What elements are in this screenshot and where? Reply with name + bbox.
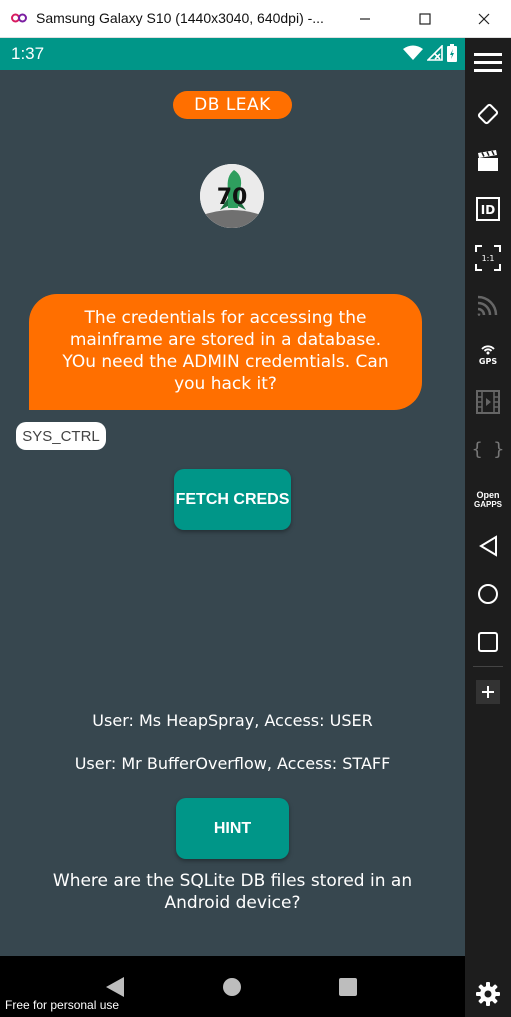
close-icon — [478, 13, 490, 25]
device-id-button[interactable]: ID — [465, 189, 511, 229]
open-gapps-label-2: GAPPS — [473, 500, 502, 509]
phone-screen: 1:37 DB LEAK 70 The credentials for acce… — [0, 38, 465, 1017]
sender-tag: SYS_CTRL — [16, 422, 106, 450]
hamburger-menu-icon — [474, 53, 502, 72]
battery-icon — [447, 44, 457, 62]
open-gapps-button[interactable]: Open GAPPS — [465, 480, 511, 520]
watermark-text: Free for personal use — [5, 998, 120, 1012]
toolbar-separator — [473, 666, 503, 667]
maximize-button[interactable] — [403, 0, 447, 38]
cast-button[interactable] — [465, 285, 511, 325]
hint-button[interactable]: HINT — [176, 798, 289, 859]
clapperboard-icon — [478, 150, 498, 171]
scale-label: 1:1 — [482, 254, 495, 263]
more-button[interactable] — [465, 672, 511, 712]
window-title: Samsung Galaxy S10 (1440x3040, 640dpi) -… — [36, 10, 324, 26]
nav-recents-icon[interactable] — [339, 978, 357, 996]
scale-1to1-icon: 1:1 — [475, 245, 501, 271]
status-time: 1:37 — [11, 44, 45, 63]
avatar: 70 — [200, 164, 264, 228]
gear-icon — [476, 982, 500, 1006]
menu-button[interactable] — [465, 43, 511, 83]
rotate-icon — [477, 103, 499, 125]
nav-home-icon[interactable] — [222, 977, 242, 997]
back-button[interactable] — [465, 526, 511, 566]
recents-square-icon — [478, 632, 498, 652]
braces-icon: { } — [471, 438, 505, 460]
screen-record-button[interactable] — [465, 382, 511, 422]
record-video-button[interactable] — [465, 141, 511, 181]
open-gapps-label-1: Open — [476, 490, 500, 500]
settings-button[interactable] — [465, 974, 511, 1014]
wifi-icon — [403, 45, 423, 60]
cell-signal-icon — [427, 45, 443, 61]
rotate-button[interactable] — [465, 94, 511, 134]
emulator-toolbar: ID 1:1 GPS { } Open GAPPS — [465, 38, 511, 1017]
header-pill: DB LEAK — [173, 91, 292, 119]
recents-button[interactable] — [465, 622, 511, 662]
avatar-number: 70 — [217, 185, 248, 210]
hint-text: Where are the SQLite DB files stored in … — [52, 871, 413, 913]
home-circle-icon — [478, 584, 498, 604]
fetch-creds-button[interactable]: FETCH CREDS — [174, 469, 291, 530]
gps-icon: GPS — [479, 345, 497, 366]
film-icon — [476, 390, 500, 414]
maximize-icon — [419, 13, 431, 25]
status-icons — [403, 44, 457, 62]
nav-back-icon[interactable] — [104, 976, 126, 998]
home-button[interactable] — [465, 574, 511, 614]
cast-icon — [477, 295, 498, 316]
user-row-1: User: Ms HeapSpray, Access: USER — [92, 711, 373, 730]
close-button[interactable] — [462, 0, 506, 38]
device-id-label: ID — [481, 203, 495, 217]
gps-button[interactable]: GPS — [465, 333, 511, 373]
message-bubble: The credentials for accessing the mainfr… — [29, 294, 422, 410]
developer-button[interactable]: { } — [465, 429, 511, 469]
minimize-button[interactable] — [343, 0, 387, 38]
rocket-avatar-icon: 70 — [200, 164, 264, 228]
minimize-icon — [360, 18, 370, 20]
back-triangle-icon — [479, 535, 497, 557]
id-card-icon: ID — [476, 197, 500, 221]
status-bar: 1:37 — [0, 38, 465, 70]
gps-label: GPS — [479, 357, 497, 366]
pixel-perfect-button[interactable]: 1:1 — [465, 238, 511, 278]
window-title-bar: Samsung Galaxy S10 (1440x3040, 640dpi) -… — [0, 0, 511, 38]
user-row-2: User: Mr BufferOverflow, Access: STAFF — [74, 754, 391, 773]
app-logo-icon — [11, 13, 27, 23]
plus-icon — [476, 680, 500, 704]
